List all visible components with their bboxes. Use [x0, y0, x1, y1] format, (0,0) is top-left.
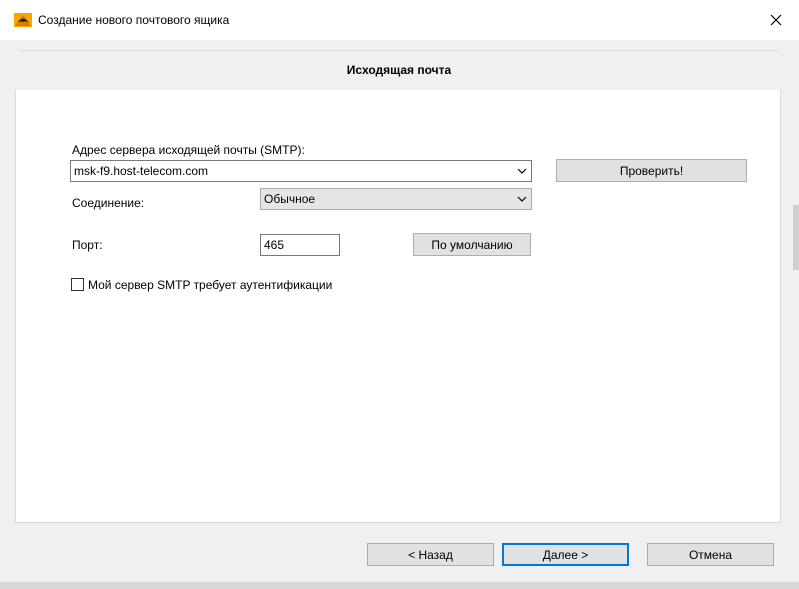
title-bar: Создание нового почтового ящика: [0, 0, 799, 40]
chevron-down-icon[interactable]: [517, 195, 527, 203]
cancel-button[interactable]: Отмена: [647, 543, 774, 566]
page-title: Исходящая почта: [346, 63, 452, 77]
check-button[interactable]: Проверить!: [556, 159, 747, 182]
port-label: Порт:: [72, 238, 103, 252]
smtp-server-combobox[interactable]: msk-f9.host-telecom.com: [70, 160, 532, 182]
bat-mail-icon: [14, 13, 32, 27]
chevron-down-icon[interactable]: [517, 167, 527, 175]
connection-select[interactable]: Обычное: [260, 188, 532, 210]
smtp-server-label: Адрес сервера исходящей почты (SMTP):: [72, 143, 305, 157]
back-button[interactable]: < Назад: [367, 543, 494, 566]
background-window-edge: [793, 205, 799, 270]
connection-label: Соединение:: [72, 196, 145, 210]
default-port-button[interactable]: По умолчанию: [413, 233, 531, 256]
next-button[interactable]: Далее >: [502, 543, 629, 566]
port-input[interactable]: [260, 234, 340, 256]
window-title: Создание нового почтового ящика: [38, 13, 230, 27]
close-icon: [770, 14, 782, 26]
background-window-strip: [0, 582, 799, 589]
smtp-auth-checkbox[interactable]: [71, 278, 84, 291]
close-button[interactable]: [761, 6, 791, 34]
smtp-server-value: msk-f9.host-telecom.com: [74, 164, 209, 178]
smtp-auth-label: Мой сервер SMTP требует аутентификации: [88, 278, 333, 292]
connection-value: Обычное: [264, 192, 316, 206]
